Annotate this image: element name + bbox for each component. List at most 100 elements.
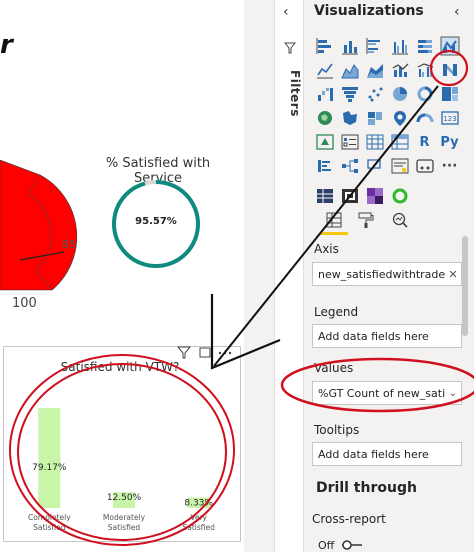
custom-visual-grid-icon[interactable] xyxy=(362,184,387,208)
line-chart-icon[interactable] xyxy=(312,58,337,82)
axis-field-value: new_satisfiedwithtradein xyxy=(318,267,445,281)
gallery-row xyxy=(312,82,472,106)
table-icon[interactable] xyxy=(362,130,387,154)
powerbi-window: r 85 100 % Satisfied with Service 95.57% xyxy=(0,0,474,552)
analytics-magnifier-icon[interactable] xyxy=(388,208,412,232)
stacked-bar-chart-icon[interactable] xyxy=(312,34,337,58)
pane-scrollbar[interactable] xyxy=(462,236,468,336)
column-data-label: 12.50% xyxy=(107,493,142,503)
legend-drop-zone[interactable]: Add data fields here xyxy=(312,324,462,348)
pie-chart-icon[interactable] xyxy=(387,82,412,106)
custom-visual-ring-icon[interactable] xyxy=(387,184,412,208)
tooltips-placeholder: Add data fields here xyxy=(318,447,429,461)
cross-report-toggle-state: Off xyxy=(318,539,335,552)
clustered-bar-chart-icon[interactable] xyxy=(362,34,387,58)
scatter-chart-icon[interactable] xyxy=(362,82,387,106)
axis-well-label: Axis xyxy=(314,242,339,256)
legend-placeholder: Add data fields here xyxy=(318,329,429,343)
python-visual-icon[interactable]: Py xyxy=(437,130,462,154)
filled-map-icon[interactable] xyxy=(337,106,362,130)
remove-field-icon[interactable]: ✕ xyxy=(445,268,461,281)
custom-visual-chart-icon[interactable] xyxy=(337,184,362,208)
gauge-visual[interactable] xyxy=(0,160,80,300)
canvas-margin xyxy=(244,0,274,552)
r-label: R xyxy=(419,134,430,150)
100-stacked-bar-chart-icon[interactable] xyxy=(412,34,437,58)
category-tick-label: Moderately xyxy=(103,513,146,522)
gallery-row: ··· xyxy=(312,154,472,178)
py-label: Py xyxy=(440,134,459,150)
gauge-target-label: 85 xyxy=(62,238,76,251)
category-tick-label: Satisfied xyxy=(108,523,141,532)
axis-field[interactable]: new_satisfiedwithtradein ✕ xyxy=(312,262,462,286)
report-canvas: r 85 100 % Satisfied with Service 95.57% xyxy=(0,0,244,552)
values-field[interactable]: %GT Count of new_satisfie ⌄ xyxy=(312,381,462,405)
svg-text:123: 123 xyxy=(443,115,456,123)
active-tab-indicator xyxy=(320,232,348,235)
stacked-column-chart-icon[interactable] xyxy=(337,34,362,58)
r-script-visual-icon[interactable]: R xyxy=(412,130,437,154)
tooltips-drop-zone[interactable]: Add data fields here xyxy=(312,442,462,466)
donut-value-label: 95.57% xyxy=(135,216,177,227)
filters-collapse-chevron-icon[interactable]: ‹ xyxy=(283,4,289,20)
smart-narrative-icon[interactable] xyxy=(387,154,412,178)
visual-type-gallery: 123 R Py ··· xyxy=(312,34,472,208)
paginated-report-icon[interactable] xyxy=(412,154,437,178)
shape-map-icon[interactable] xyxy=(362,106,387,130)
more-options-icon[interactable] xyxy=(218,351,232,355)
legend-well-label: Legend xyxy=(314,305,359,319)
report-title-fragment: r xyxy=(0,30,13,60)
waterfall-chart-icon[interactable] xyxy=(312,82,337,106)
drill-through-title: Drill through xyxy=(316,480,417,496)
map-icon[interactable] xyxy=(312,106,337,130)
qa-visual-icon[interactable] xyxy=(362,154,387,178)
selected-visual-type-icon[interactable] xyxy=(437,34,462,58)
visual-header-toolbar xyxy=(176,346,232,359)
card-icon[interactable]: 123 xyxy=(437,106,462,130)
column-bar[interactable] xyxy=(38,407,61,508)
column-data-label: 79.17% xyxy=(32,463,67,473)
key-influencers-icon[interactable] xyxy=(312,154,337,178)
line-and-clustered-column-icon[interactable] xyxy=(412,58,437,82)
filter-funnel-icon[interactable] xyxy=(284,42,296,54)
funnel-chart-icon[interactable] xyxy=(337,82,362,106)
donut-chart-icon[interactable] xyxy=(412,82,437,106)
gallery-row xyxy=(312,58,472,82)
cross-report-label: Cross-report xyxy=(312,512,386,526)
visualizations-title: Visualizations xyxy=(314,3,424,19)
line-and-stacked-column-icon[interactable] xyxy=(387,58,412,82)
format-paint-roller-icon[interactable] xyxy=(354,208,378,232)
category-tick-label: Satisfied xyxy=(182,523,215,532)
gauge-icon[interactable] xyxy=(412,106,437,130)
azure-map-icon[interactable] xyxy=(387,106,412,130)
gallery-row: 123 xyxy=(312,106,472,130)
focus-mode-icon[interactable] xyxy=(199,347,211,358)
visual-filter-icon[interactable] xyxy=(176,346,192,359)
treemap-icon[interactable] xyxy=(437,82,462,106)
custom-visual-table-icon[interactable] xyxy=(312,184,337,208)
gauge-max-label: 100 xyxy=(12,296,37,311)
filters-pane[interactable]: ‹ Filters xyxy=(274,0,304,552)
more-visuals-glyph: ··· xyxy=(441,158,458,174)
values-field-value: %GT Count of new_satisfie xyxy=(318,386,445,400)
fields-tab-icon[interactable] xyxy=(322,208,346,232)
visual-title: Satisfied with VTW? xyxy=(60,360,180,374)
visualizations-collapse-chevron-icon[interactable]: ‹ xyxy=(454,4,460,20)
values-well-label: Values xyxy=(314,361,354,375)
area-chart-icon[interactable] xyxy=(337,58,362,82)
filters-label[interactable]: Filters xyxy=(278,70,302,150)
kpi-icon[interactable] xyxy=(312,130,337,154)
category-tick-label: Very xyxy=(190,513,207,522)
decomposition-tree-icon[interactable] xyxy=(337,154,362,178)
column-data-label: 8.33% xyxy=(184,498,213,508)
gallery-row xyxy=(312,34,472,58)
ribbon-chart-icon[interactable] xyxy=(437,58,462,82)
slicer-icon[interactable] xyxy=(337,130,362,154)
clustered-column-chart-icon[interactable] xyxy=(387,34,412,58)
stacked-area-chart-icon[interactable] xyxy=(362,58,387,82)
more-visuals-icon[interactable]: ··· xyxy=(437,154,462,178)
chevron-down-icon[interactable]: ⌄ xyxy=(445,388,461,399)
cross-report-toggle[interactable] xyxy=(340,540,364,550)
category-tick-label: Completely xyxy=(28,513,71,522)
matrix-icon[interactable] xyxy=(387,130,412,154)
